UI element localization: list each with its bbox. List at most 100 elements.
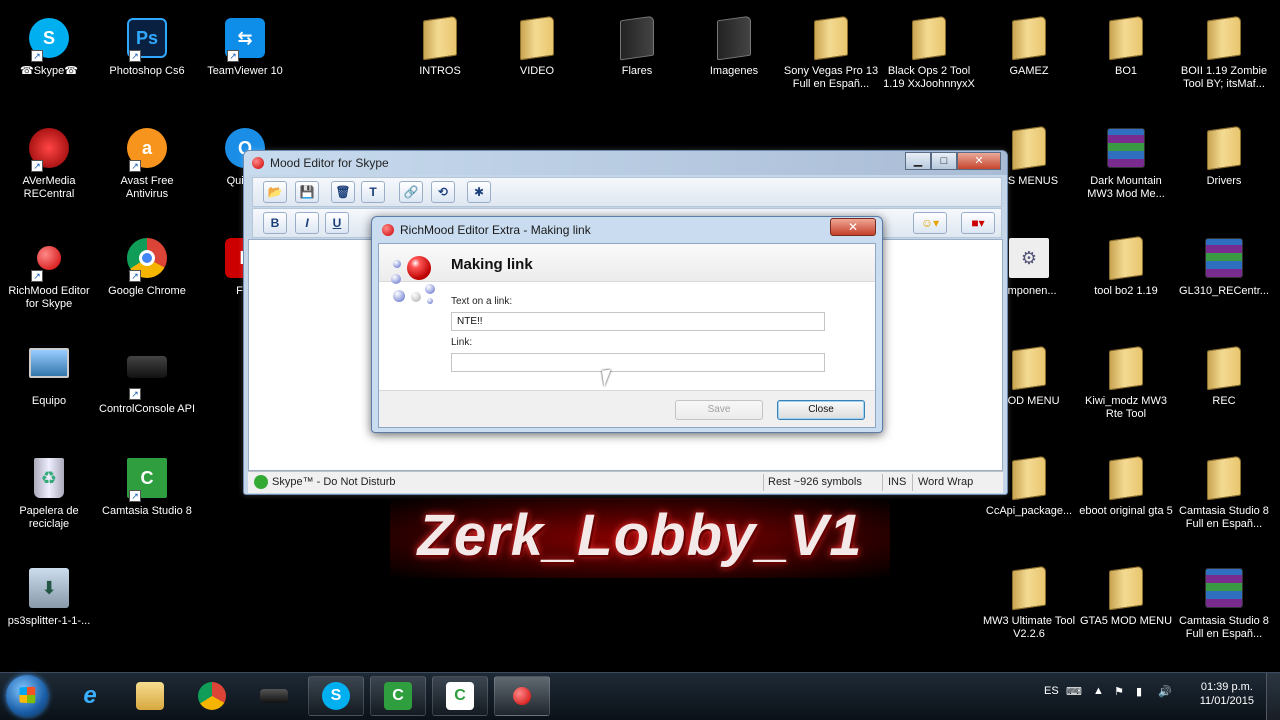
folder-icon: [615, 15, 659, 62]
link-icon[interactable]: 🔗: [399, 181, 423, 203]
window-titlebar[interactable]: Mood Editor for Skype ▁ □ ✕: [244, 151, 1007, 175]
close-dialog-button[interactable]: Close: [777, 400, 865, 420]
flag-icon[interactable]: ■▾: [961, 212, 995, 234]
banner-text: Zerk_Lobby_V1: [417, 503, 863, 568]
desktop-folder-rec[interactable]: REC: [1176, 345, 1272, 408]
taskbar-ps3[interactable]: [246, 676, 302, 716]
underline-button[interactable]: U: [325, 212, 349, 234]
desktop-icon-ps3splitter[interactable]: ⬇ ps3splitter-1-1-...: [1, 566, 97, 628]
desktop-archive-camtasia-full[interactable]: Camtasia Studio 8 Full en Españ...: [1176, 566, 1272, 641]
dialog-heading: Making link: [451, 256, 533, 273]
icon-label: Imagenes: [709, 65, 759, 77]
desktop-icon-avast[interactable]: a ↗ Avast Free Antivirus: [99, 126, 195, 201]
folder-icon: [1202, 15, 1246, 62]
system-clock[interactable]: 01:39 p.m. 11/01/2015: [1200, 680, 1254, 708]
desktop-folder-sony-vegas[interactable]: Sony Vegas Pro 13 Full en Españ...: [783, 15, 879, 91]
desktop-icon-camtasia[interactable]: C ↗ Camtasia Studio 8: [99, 456, 195, 518]
taskbar-richmood[interactable]: [494, 676, 550, 716]
desktop-archive-dark-mountain[interactable]: Dark Mountain MW3 Mod Me...: [1078, 126, 1174, 201]
desktop-icon-photoshop[interactable]: Ps ↗ Photoshop Cs6: [99, 16, 195, 78]
icon-label: Flares: [621, 65, 653, 77]
desktop-folder-gamez[interactable]: GAMEZ: [981, 15, 1077, 78]
icon-label: tool bo2 1.19: [1094, 285, 1158, 297]
desktop-folder-intros[interactable]: INTROS: [392, 15, 488, 78]
maximize-button[interactable]: □: [931, 152, 957, 170]
taskbar-chrome[interactable]: [184, 676, 240, 716]
desktop-folder-kiwi-modz[interactable]: Kiwi_modz MW3 Rte Tool: [1078, 345, 1174, 421]
icon-label: GAMEZ: [1009, 65, 1049, 77]
keyboard-icon[interactable]: ⌨: [1066, 685, 1082, 698]
icon-label: Photoshop Cs6: [109, 65, 185, 77]
power-icon[interactable]: ▮: [1136, 685, 1142, 698]
icon-label: TeamViewer 10: [207, 65, 283, 77]
folder-icon: [1007, 345, 1051, 392]
emoticon-icon[interactable]: ☺▾: [913, 212, 947, 234]
status-bar: Skype™ - Do Not Disturb Rest ~926 symbol…: [248, 471, 1003, 493]
desktop-folder-bo1[interactable]: BO1: [1078, 15, 1174, 78]
desktop-folder-tool-bo2[interactable]: tool bo2 1.19: [1078, 235, 1174, 298]
zerk-lobby-banner: Zerk_Lobby_V1: [390, 498, 890, 578]
desktop-archive-gl310[interactable]: GL310_RECentr...: [1176, 236, 1272, 298]
desktop-folder-camtasia-full[interactable]: Camtasia Studio 8 Full en Españ...: [1176, 455, 1272, 531]
desktop-icon-controlconsole[interactable]: ↗ ControlConsole API: [99, 346, 195, 416]
folder-icon: [1104, 565, 1148, 612]
desktop-folder-gta5-mod[interactable]: GTA5 MOD MENU: [1078, 565, 1174, 628]
desktop-icon-recycle-bin[interactable]: ♻ Papelera de reciclaje: [1, 456, 97, 531]
richmood-icon: ↗: [27, 238, 71, 282]
dialog-close-button[interactable]: ✕: [830, 218, 876, 236]
taskbar-explorer[interactable]: [122, 676, 178, 716]
desktop-icon-skype[interactable]: S ↗ ☎Skype☎: [1, 16, 97, 78]
desktop-folder-flares[interactable]: Flares: [589, 15, 685, 78]
taskbar-internet-explorer[interactable]: e: [62, 676, 118, 716]
link-text-input[interactable]: [451, 312, 825, 331]
minimize-button[interactable]: ▁: [905, 152, 931, 170]
desktop-icon-avermedia[interactable]: ↗ AVerMedia RECentral: [1, 126, 97, 201]
folder-icon: [1202, 125, 1246, 172]
taskbar-skype[interactable]: S: [308, 676, 364, 716]
desktop-icon-equipo[interactable]: Equipo: [1, 346, 97, 408]
icon-label: BOII 1.19 Zombie Tool BY; itsMaf...: [1180, 65, 1268, 90]
desktop-icon-chrome[interactable]: ↗ Google Chrome: [99, 236, 195, 298]
folder-icon: [712, 15, 756, 62]
desktop-folder-boii-zombie[interactable]: BOII 1.19 Zombie Tool BY; itsMaf...: [1176, 15, 1272, 91]
save-button[interactable]: Save: [675, 400, 763, 420]
icon-label: Camtasia Studio 8 Full en Españ...: [1179, 505, 1269, 530]
text-format-button[interactable]: T: [361, 181, 385, 203]
clear-icon[interactable]: 🗑: [331, 181, 355, 203]
action-center-icon[interactable]: ⚑: [1114, 685, 1124, 698]
icon-label: ps3splitter-1-1-...: [7, 615, 91, 627]
volume-icon[interactable]: 🔊: [1158, 685, 1172, 698]
save-icon[interactable]: 💾: [295, 181, 319, 203]
camtasia-icon: C: [384, 682, 412, 710]
link-url-input[interactable]: [451, 353, 825, 372]
teamviewer-icon: ⇆ ↗: [223, 18, 267, 62]
bold-button[interactable]: B: [263, 212, 287, 234]
desktop-folder-bo2-tool[interactable]: Black Ops 2 Tool 1.19 XxJoohnnyxX: [881, 15, 977, 91]
taskbar-camtasia-recorder[interactable]: C: [432, 676, 488, 716]
italic-button[interactable]: I: [295, 212, 319, 234]
icon-label: VIDEO: [519, 65, 555, 77]
open-icon[interactable]: 📂: [263, 181, 287, 203]
desktop-icon-richmood[interactable]: ↗ RichMood Editor for Skype: [1, 236, 97, 311]
start-button[interactable]: [6, 675, 48, 717]
show-hidden-icons-icon[interactable]: ▲: [1093, 685, 1104, 697]
icon-label: REC: [1212, 395, 1236, 407]
dialog-title: RichMood Editor Extra - Making link: [400, 223, 591, 237]
unlink-icon[interactable]: ⟲: [431, 181, 455, 203]
desktop-folder-imagenes[interactable]: Imagenes: [686, 15, 782, 78]
word-wrap-indicator[interactable]: Word Wrap: [918, 476, 973, 488]
desktop-folder-mw3-ultimate[interactable]: MW3 Ultimate Tool V2.2.6: [981, 565, 1077, 641]
language-indicator[interactable]: ES: [1044, 685, 1059, 697]
taskbar-camtasia[interactable]: C: [370, 676, 426, 716]
show-desktop-button[interactable]: [1266, 673, 1280, 720]
skype-status-icon: [254, 475, 268, 489]
desktop-icon-teamviewer[interactable]: ⇆ ↗ TeamViewer 10: [197, 16, 293, 78]
close-button[interactable]: ✕: [957, 152, 1001, 170]
icon-label: Avast Free Antivirus: [120, 175, 174, 200]
computer-icon: [27, 348, 71, 392]
desktop-folder-video[interactable]: VIDEO: [489, 15, 585, 78]
richmood-app-icon: [252, 157, 264, 169]
special-icon[interactable]: ✱: [467, 181, 491, 203]
desktop-folder-eboot[interactable]: eboot original gta 5: [1078, 455, 1174, 518]
desktop-folder-drivers[interactable]: Drivers: [1176, 125, 1272, 188]
